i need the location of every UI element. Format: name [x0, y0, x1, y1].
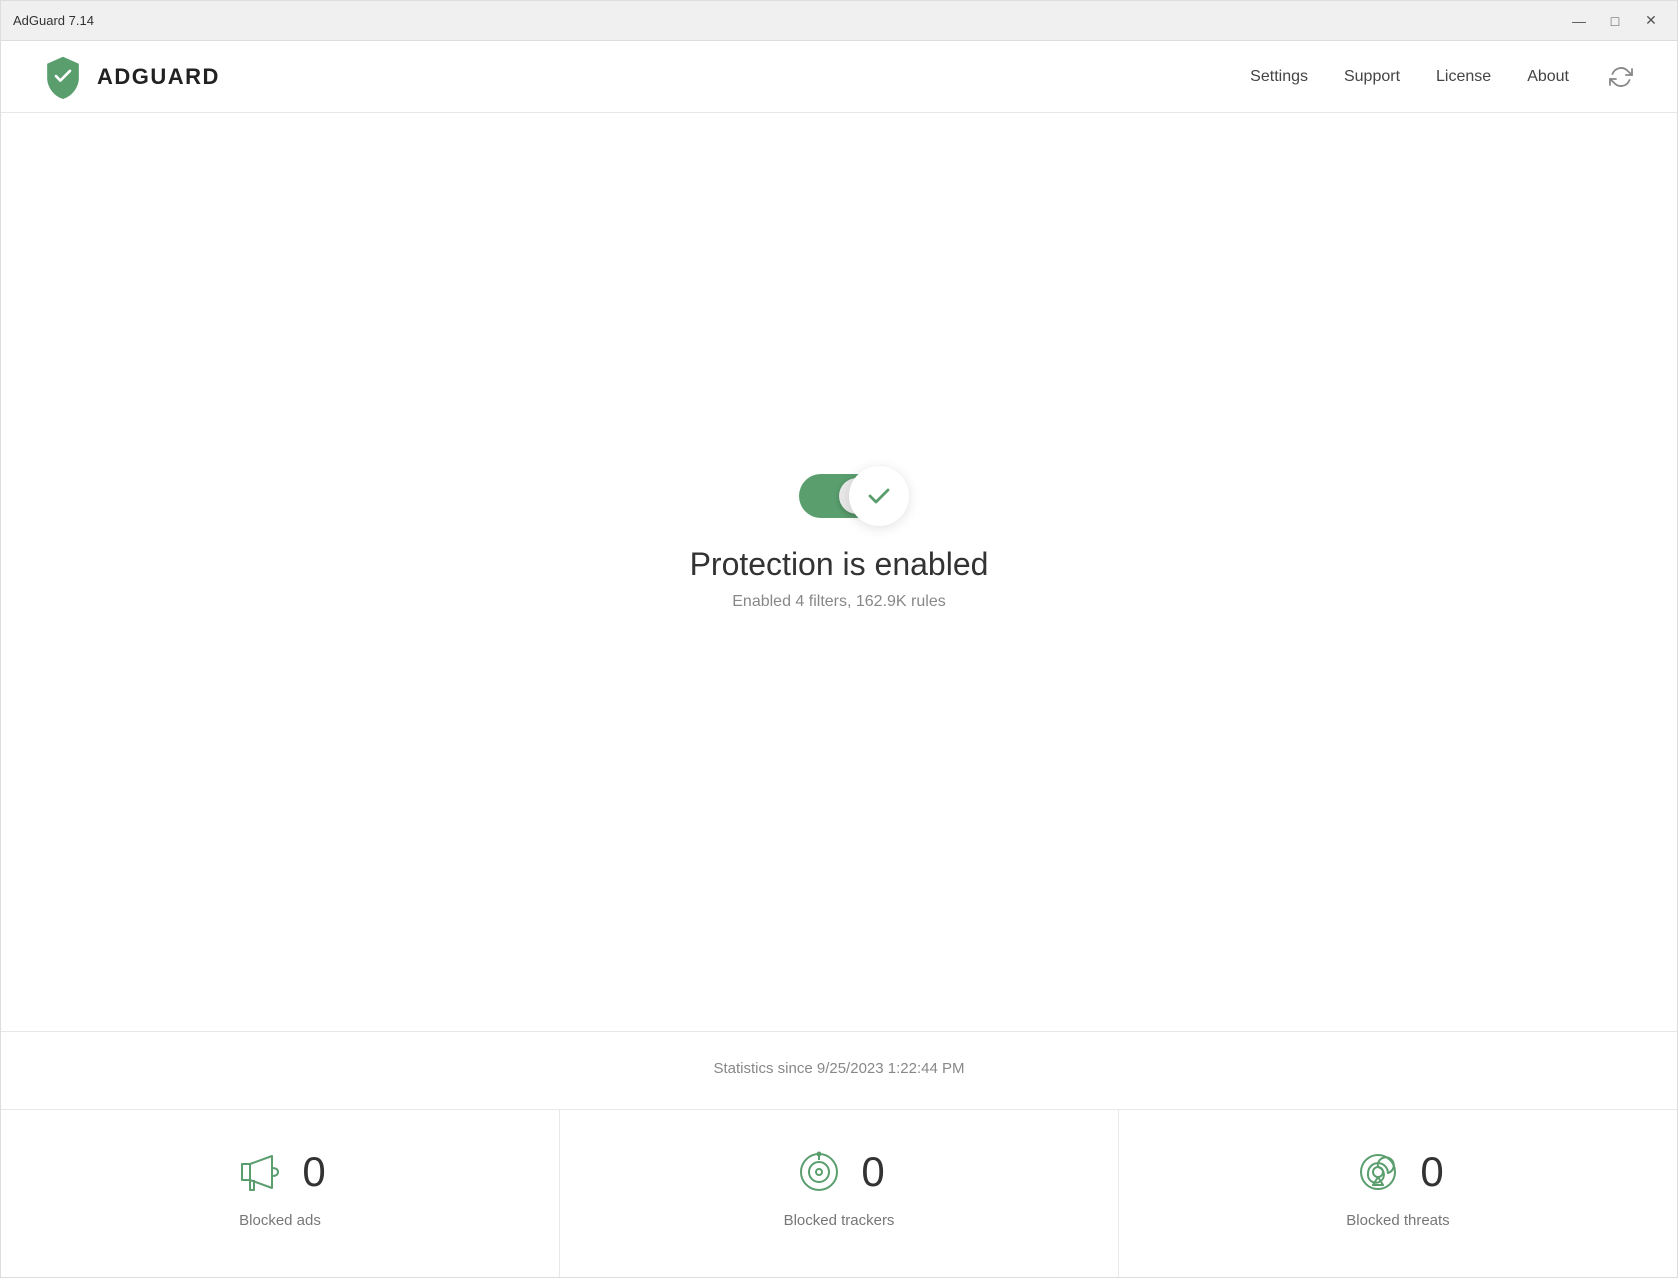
stat-threats-label: Blocked threats [1346, 1212, 1449, 1229]
protection-status-subtitle: Enabled 4 filters, 162.9K rules [732, 593, 945, 611]
title-bar: AdGuard 7.14 — □ ✕ [1, 1, 1677, 41]
toggle-container [799, 474, 879, 518]
nav-license[interactable]: License [1436, 64, 1491, 90]
adguard-logo-icon [41, 55, 85, 99]
refresh-button[interactable] [1605, 61, 1637, 93]
stat-ads-icon-count: 0 [234, 1146, 325, 1198]
maximize-button[interactable]: □ [1601, 11, 1629, 31]
app-window: AdGuard 7.14 — □ ✕ ADGUARD Settings Supp… [0, 0, 1678, 1278]
nav-about[interactable]: About [1527, 64, 1569, 90]
stat-blocked-ads: 0 Blocked ads [1, 1110, 560, 1277]
nav-settings[interactable]: Settings [1250, 64, 1308, 90]
blocked-threats-icon [1352, 1146, 1404, 1198]
stat-blocked-trackers: 0 Blocked trackers [560, 1110, 1119, 1277]
stat-threats-icon-count: 0 [1352, 1146, 1443, 1198]
protection-checkmark-icon [849, 466, 909, 526]
checkmark-svg-icon [865, 482, 893, 510]
stats-section: Statistics since 9/25/2023 1:22:44 PM 0 [1, 1031, 1677, 1277]
minimize-button[interactable]: — [1565, 11, 1593, 31]
close-button[interactable]: ✕ [1637, 11, 1665, 31]
protection-section: Protection is enabled Enabled 4 filters,… [690, 113, 989, 1031]
nav-area: Settings Support License About [1250, 61, 1637, 93]
blocked-ads-icon [234, 1146, 286, 1198]
stat-ads-count: 0 [302, 1148, 325, 1196]
logo-text: ADGUARD [97, 64, 220, 90]
stats-grid: 0 Blocked ads [1, 1109, 1677, 1277]
stat-blocked-threats: 0 Blocked threats [1119, 1110, 1677, 1277]
main-content: Protection is enabled Enabled 4 filters,… [1, 113, 1677, 1277]
nav-support[interactable]: Support [1344, 64, 1400, 90]
stats-date: Statistics since 9/25/2023 1:22:44 PM [714, 1060, 965, 1077]
window-title: AdGuard 7.14 [13, 13, 94, 28]
stat-trackers-label: Blocked trackers [784, 1212, 895, 1229]
header: ADGUARD Settings Support License About [1, 41, 1677, 113]
blocked-trackers-icon [793, 1146, 845, 1198]
stat-threats-count: 0 [1420, 1148, 1443, 1196]
logo-area: ADGUARD [41, 55, 220, 99]
window-controls: — □ ✕ [1565, 11, 1665, 31]
stat-ads-label: Blocked ads [239, 1212, 321, 1229]
refresh-icon [1609, 65, 1633, 89]
protection-status-title: Protection is enabled [690, 546, 989, 583]
stat-trackers-count: 0 [861, 1148, 884, 1196]
stat-trackers-icon-count: 0 [793, 1146, 884, 1198]
